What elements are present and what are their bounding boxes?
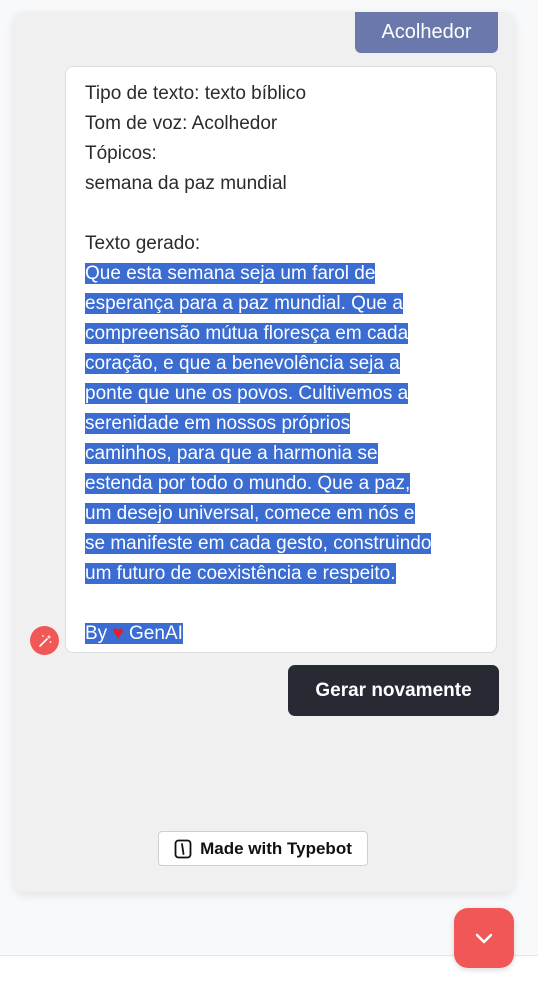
generated-line [85, 589, 485, 619]
generated-line: compreensão mútua floresça em cada [85, 323, 409, 344]
chat-toggle-button[interactable] [454, 908, 514, 968]
signature-suffix: GenAI [129, 623, 183, 644]
signature-line: By ♥ GenAI [85, 619, 485, 649]
generated-line: Que esta semana seja um farol de [85, 263, 376, 284]
generated-line: um futuro de coexistência e respeito. [85, 563, 396, 584]
message-line: Texto gerado: [85, 233, 201, 254]
typebot-logo-icon [174, 839, 192, 858]
generated-line: esperança para a paz mundial. Que a [85, 293, 403, 314]
chevron-down-icon [475, 933, 493, 944]
generated-line: serenidade em nossos próprios [85, 413, 351, 434]
message-line: Tom de voz: Acolhedor [85, 113, 278, 134]
chat-container: Acolhedor Tipo de texto: texto bíblico T… [14, 12, 514, 892]
generated-line: ponte que une os povos. Cultivemos a [85, 383, 409, 404]
user-reply-bubble: Acolhedor [355, 12, 498, 53]
regenerate-button-label: Gerar novamente [315, 679, 472, 701]
made-with-typebot-badge[interactable]: Made with Typebot [158, 831, 368, 866]
bot-avatar [30, 626, 59, 655]
bot-message-text: Tipo de texto: texto bíblico Tom de voz:… [85, 79, 485, 649]
generated-line: estenda por todo o mundo. Que a paz, [85, 473, 411, 494]
message-line: semana da paz mundial [85, 173, 287, 194]
generated-line: coração, e que a benevolência seja a [85, 353, 400, 374]
user-reply-text: Acolhedor [381, 21, 472, 43]
message-line: Tópicos: [85, 143, 157, 164]
message-line: Tipo de texto: texto bíblico [85, 83, 307, 104]
signature-prefix: By [85, 623, 108, 644]
generated-line: caminhos, para que a harmonia se [85, 443, 378, 464]
heart-icon: ♥ [112, 623, 124, 644]
generated-line: se manifeste em cada gesto, construindo [85, 533, 432, 554]
magic-wand-icon [38, 634, 51, 647]
badge-label: Made with Typebot [200, 838, 352, 858]
bot-message-bubble: Tipo de texto: texto bíblico Tom de voz:… [65, 66, 497, 653]
regenerate-button[interactable]: Gerar novamente [288, 665, 499, 716]
generated-line: um desejo universal, comece em nós e [85, 503, 415, 524]
